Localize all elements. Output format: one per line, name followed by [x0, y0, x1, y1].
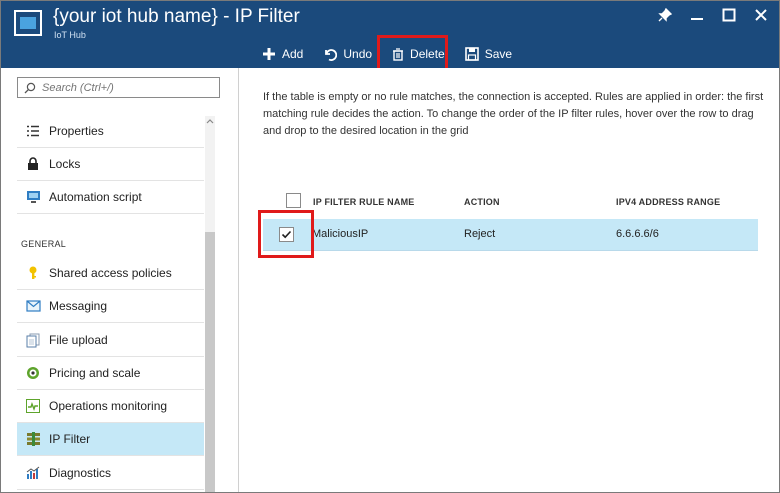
pin-icon[interactable]: [657, 7, 673, 23]
column-header-rule-name[interactable]: IP FILTER RULE NAME: [313, 197, 414, 207]
messaging-icon: [25, 298, 41, 314]
address-range-cell: 6.6.6.6/6: [616, 228, 659, 240]
ip-filter-table-header: IP FILTER RULE NAME ACTION IPV4 ADDRESS …: [263, 189, 758, 217]
sidebar-item-operations-monitoring[interactable]: Operations monitoring: [17, 390, 204, 423]
action-cell: Reject: [464, 228, 496, 240]
scroll-up-arrow-icon[interactable]: [205, 116, 215, 126]
pricing-icon: [25, 365, 41, 381]
sidebar-item-locks[interactable]: Locks: [17, 148, 204, 181]
ip-filter-content: If the table is empty or no rule matches…: [240, 68, 779, 492]
sidebar-item-diagnostics[interactable]: Diagnostics: [17, 457, 204, 490]
close-icon[interactable]: [753, 7, 769, 23]
sidebar-item-label: Operations monitoring: [49, 399, 168, 413]
automation-script-icon: [25, 189, 41, 205]
sidebar-item-shared-access-policies[interactable]: Shared access policies: [17, 257, 204, 290]
undo-button-label: Undo: [343, 47, 373, 61]
column-header-address-range[interactable]: IPV4 ADDRESS RANGE: [616, 197, 720, 207]
sidebar-item-label: Diagnostics: [49, 466, 112, 480]
sidebar-item-label: Shared access policies: [49, 266, 172, 280]
sidebar-item-label: Pricing and scale: [49, 366, 141, 380]
ip-filter-description: If the table is empty or no rule matches…: [263, 91, 764, 137]
search-icon: [24, 82, 36, 93]
blade-subtitle: IoT Hub: [54, 30, 86, 40]
select-all-checkbox[interactable]: [286, 193, 301, 208]
add-button-label: Add: [282, 47, 304, 61]
rule-name-cell: MaliciousIP: [312, 228, 369, 240]
minimize-icon[interactable]: [689, 7, 705, 23]
undo-icon: [325, 49, 338, 61]
add-button[interactable]: Add: [256, 41, 309, 67]
resource-menu: Properties Locks Automation script GENER…: [1, 68, 239, 492]
file-upload-icon: [25, 332, 41, 348]
delete-button-label: Delete: [410, 47, 445, 61]
undo-button[interactable]: Undo: [317, 41, 378, 67]
sidebar-item-label: Properties: [49, 124, 104, 138]
row-checkbox[interactable]: [279, 227, 294, 242]
ip-filter-icon: [25, 431, 41, 447]
blade-header: {your iot hub name} - IP Filter IoT Hub …: [1, 1, 779, 68]
iot-hub-icon: [14, 10, 42, 36]
key-icon: [25, 265, 41, 281]
sidebar-item-ip-filter[interactable]: IP Filter: [17, 423, 204, 456]
sidebar-item-label: IP Filter: [49, 432, 91, 446]
save-icon: [464, 47, 479, 61]
window-controls: [657, 7, 769, 23]
sidebar-item-messaging[interactable]: Messaging: [17, 290, 204, 323]
trash-icon: [393, 47, 404, 61]
save-button-label: Save: [484, 47, 513, 61]
sidebar-item-file-upload[interactable]: File upload: [17, 324, 204, 357]
sidebar-item-pricing-and-scale[interactable]: Pricing and scale: [17, 357, 204, 390]
search-box[interactable]: [17, 77, 220, 98]
command-bar: Add Undo Delete Save: [256, 41, 526, 67]
sidebar-item-label: Messaging: [49, 299, 108, 313]
maximize-icon[interactable]: [721, 7, 737, 23]
sidebar-item-label: Automation script: [49, 190, 142, 204]
checkmark-icon: [281, 230, 292, 239]
table-row[interactable]: MaliciousIP Reject 6.6.6.6/6: [263, 219, 758, 251]
properties-icon: [25, 123, 41, 139]
plus-icon: [263, 48, 275, 60]
column-header-action[interactable]: ACTION: [464, 197, 500, 207]
sidebar-item-label: File upload: [49, 333, 108, 347]
sidebar-item-automation-script[interactable]: Automation script: [17, 181, 204, 214]
search-input[interactable]: [42, 81, 212, 94]
save-button[interactable]: Save: [459, 41, 518, 67]
sidebar-item-properties[interactable]: Properties: [17, 115, 204, 148]
blade-title: {your iot hub name} - IP Filter: [53, 6, 300, 27]
operations-monitoring-icon: [25, 398, 41, 414]
delete-button[interactable]: Delete: [386, 41, 451, 67]
sidebar-scrollbar-thumb[interactable]: [205, 232, 215, 492]
diagnostics-icon: [25, 465, 41, 481]
section-header-general: GENERAL: [21, 239, 67, 249]
ip-filter-blade: {your iot hub name} - IP Filter IoT Hub …: [0, 0, 780, 493]
sidebar-item-label: Locks: [49, 157, 81, 171]
lock-icon: [25, 156, 41, 172]
